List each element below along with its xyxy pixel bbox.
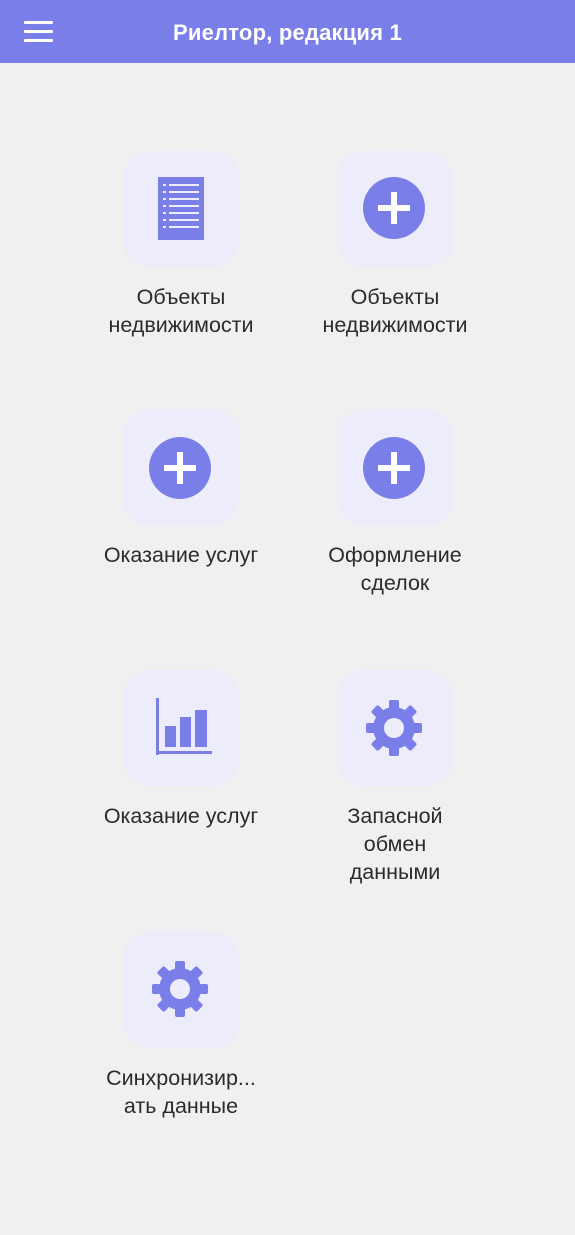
tile-icon-box [123,670,239,786]
tile-icon-box [123,151,239,267]
tile-label: Оказание услуг [103,543,259,567]
tile-label: Оформление сделок [328,543,462,595]
app-bar: Риелтор, редакция 1 [0,0,575,63]
plus-circle-icon [363,437,425,499]
tile-icon-box [123,932,239,1048]
tile-icon-box [123,409,239,525]
tile-label: Объекты недвижимости [322,285,468,337]
tile-label: Запасной обмен данными [347,804,443,884]
tile-label: Объекты недвижимости [108,285,254,337]
gear-icon [366,700,422,756]
gear-icon [152,961,208,1017]
tile-icon-box [337,151,453,267]
plus-circle-icon [363,177,425,239]
tile-icon-box [337,409,453,525]
tile-label: Оказание услуг [103,804,259,828]
tile-icon-box [337,670,453,786]
tile-label: Синхронизир... ать данные [106,1066,256,1118]
list-document-icon [158,177,204,240]
app-title: Риелтор, редакция 1 [173,20,402,45]
bar-chart-icon [156,698,212,755]
plus-circle-icon [149,437,211,499]
